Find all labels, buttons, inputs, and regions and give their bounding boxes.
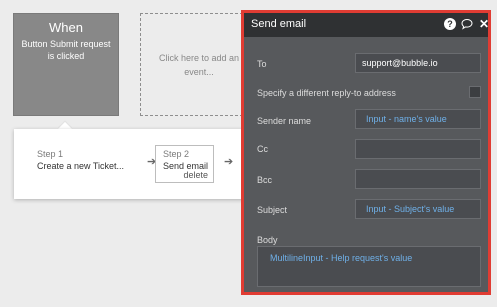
bcc-label: Bcc [257,175,273,185]
step-1-number: Step 1 [37,149,64,159]
help-icon[interactable]: ? [444,18,456,30]
subject-label: Subject [257,205,288,215]
bcc-input[interactable] [355,169,481,189]
body-textarea[interactable]: MultilineInput - Help request's value [257,246,481,287]
to-label: To [257,59,267,69]
event-card-title: When [49,20,83,35]
step-1[interactable]: Step 1 Create a new Ticket... [37,149,124,172]
workflow-steps-row: Step 1 Create a new Ticket... ➔ Step 2 S… [14,129,246,199]
cc-input[interactable] [355,139,481,159]
event-card-when[interactable]: When Button Submit request is clicked [13,13,119,116]
reply-to-checkbox[interactable] [469,86,481,98]
close-icon[interactable]: ✕ [478,18,490,30]
reply-to-label: Specify a different reply-to address [257,88,396,98]
body-label: Body [257,235,278,245]
event-card-description: Button Submit request is clicked [21,39,111,61]
step-2-number: Step 2 [163,149,190,159]
step-1-name: Create a new Ticket... [37,161,125,171]
step-2[interactable]: Step 2 Send email delete [155,145,214,183]
to-input[interactable]: support@bubble.io [355,53,481,73]
subject-input[interactable]: Input - Subject's value [355,199,481,219]
cc-label: Cc [257,144,268,154]
send-email-editor-panel: Send email ? ✕ To support@bubble.io Spec… [241,10,491,295]
comment-icon[interactable] [461,18,473,30]
step-2-delete-link[interactable]: delete [183,170,208,180]
panel-header[interactable]: Send email ? ✕ [244,13,490,37]
sender-name-input[interactable]: Input - name's value [355,109,481,129]
arrow-right-icon: ➔ [224,156,234,168]
add-event-text: Click here to add an event... [158,52,240,77]
sender-name-label: Sender name [257,116,312,126]
panel-title: Send email [251,18,307,30]
